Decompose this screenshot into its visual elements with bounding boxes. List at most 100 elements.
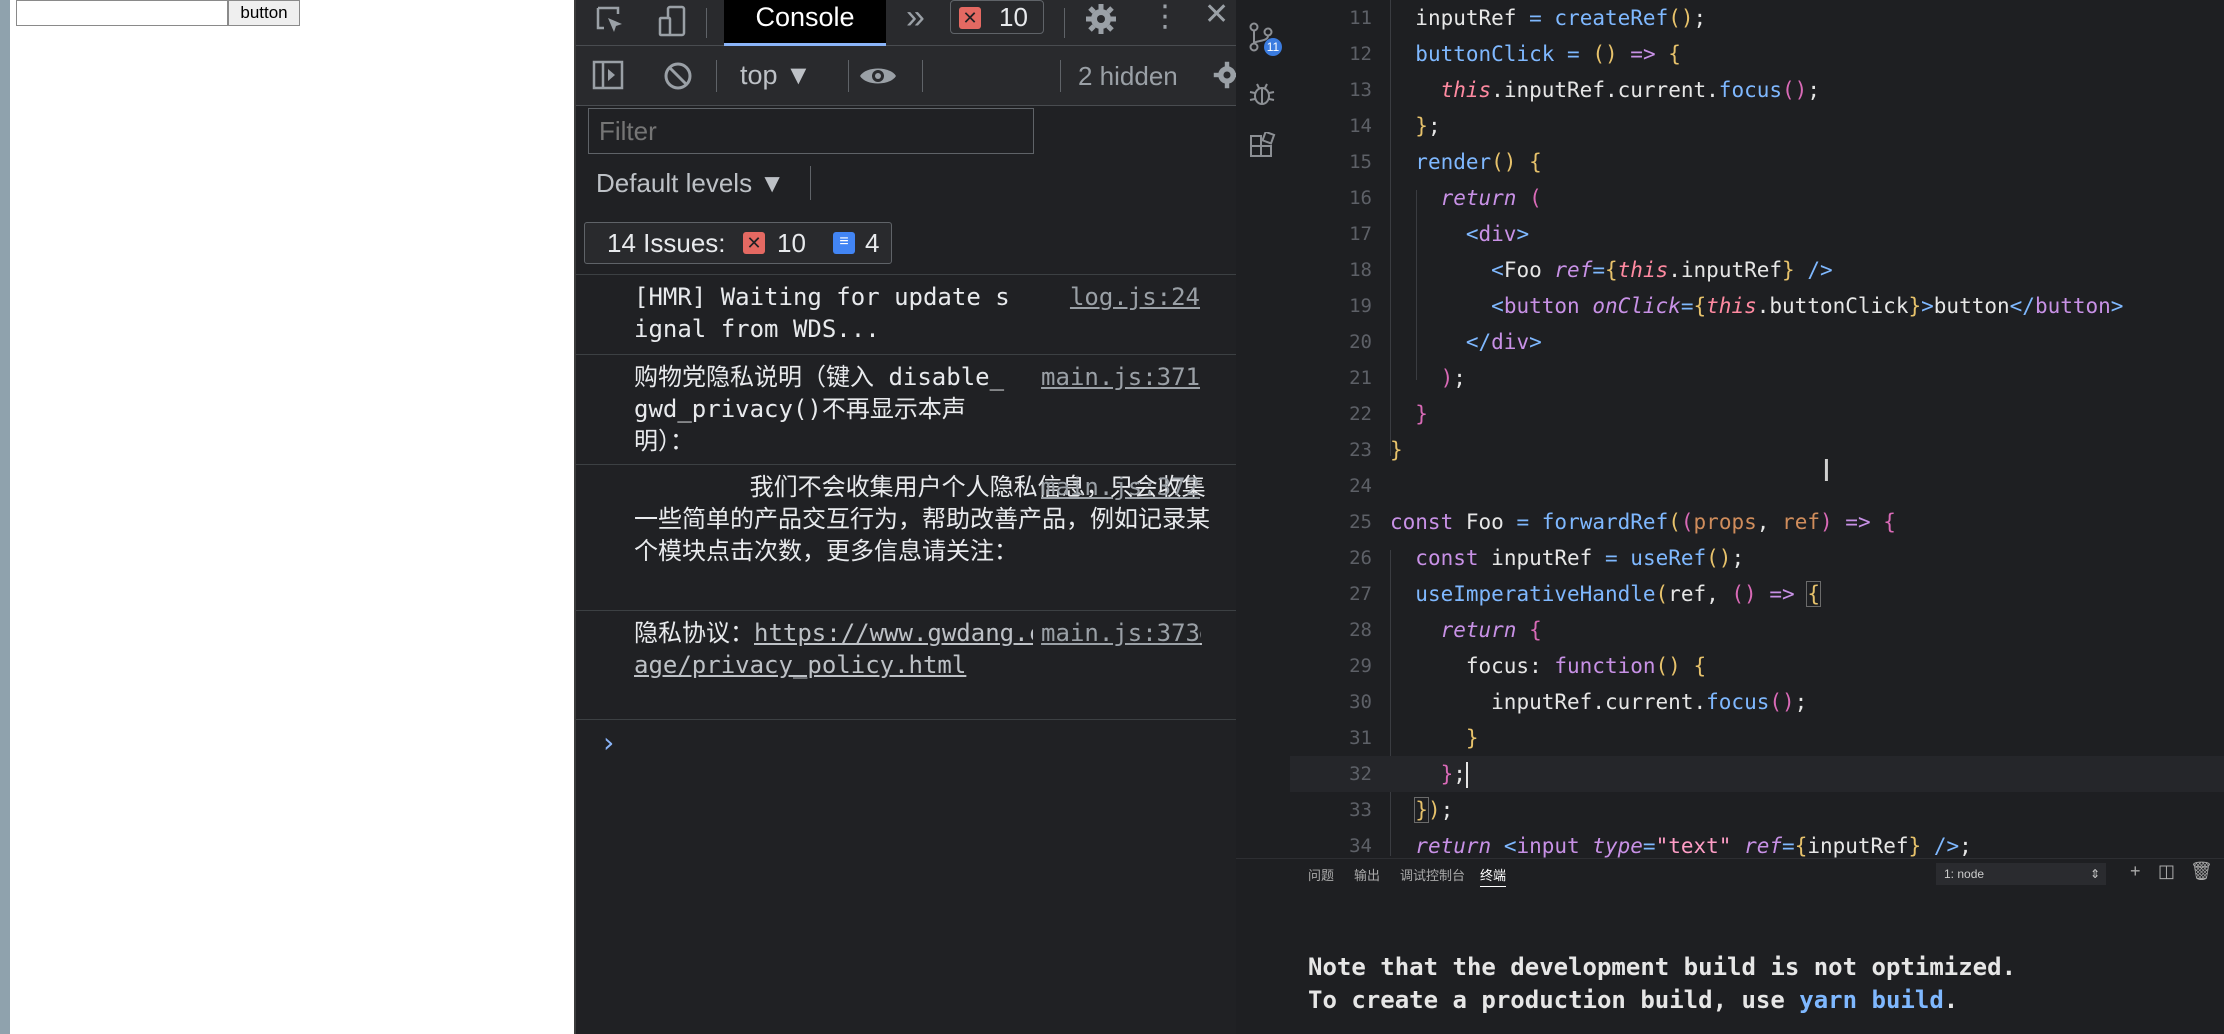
code-text: this.inputRef.current.focus();: [1440, 78, 1820, 102]
code-text: inputRef = createRef();: [1415, 6, 1707, 30]
divider: [922, 60, 923, 92]
divider: [810, 166, 811, 200]
console-prompt[interactable]: ›: [600, 726, 617, 759]
code-text: }: [1465, 726, 1479, 750]
select-arrows-icon: ⇕: [2089, 867, 2100, 881]
code-text: <Foo ref={this.inputRef} />: [1491, 258, 1833, 282]
code-text: return (: [1440, 186, 1542, 210]
split-terminal-icon[interactable]: ◫: [2158, 861, 2175, 882]
more-tabs-icon[interactable]: »: [906, 0, 925, 34]
terminal-command-highlight: yarn build: [1799, 986, 1944, 1014]
panel-tab-output[interactable]: 输出: [1354, 865, 1380, 884]
code-line: 26 const inputRef = useRef();: [1290, 540, 2224, 576]
code-text: });: [1414, 797, 1454, 823]
console-settings-gear-icon[interactable]: [1212, 60, 1236, 96]
code-text: buttonClick = () => {: [1415, 42, 1681, 66]
console-source-link[interactable]: main.js:373: [1033, 617, 1200, 649]
settings-gear-icon[interactable]: [1084, 2, 1118, 42]
sidebar-toggle-icon[interactable]: [592, 60, 624, 96]
line-number: 31: [1349, 727, 1372, 749]
console-toolbar: top ▼ 2 hidden: [576, 46, 1236, 106]
code-text: <div>: [1465, 222, 1530, 246]
code-line: 13 this.inputRef.current.focus();: [1290, 72, 2224, 108]
line-number: 20: [1349, 331, 1372, 353]
line-number: 19: [1349, 295, 1372, 317]
kebab-menu-icon[interactable]: ⋮: [1150, 2, 1180, 32]
terminal-line: Note that the development build is not o…: [1308, 953, 2017, 981]
code-text: focus: function() {: [1465, 654, 1707, 678]
clear-console-icon[interactable]: [662, 60, 694, 98]
line-number: 30: [1349, 691, 1372, 713]
code-line: 27 useImperativeHandle(ref, () => {: [1290, 576, 2224, 612]
inspect-element-icon[interactable]: [594, 4, 628, 44]
divider: [706, 8, 707, 38]
line-number: 29: [1349, 655, 1372, 677]
error-count-chip[interactable]: ✕ 10: [950, 0, 1044, 34]
code-text: };: [1440, 762, 1468, 788]
close-icon[interactable]: ✕: [1204, 0, 1229, 30]
debug-icon[interactable]: [1248, 80, 1276, 115]
extensions-icon[interactable]: [1248, 130, 1276, 167]
terminal-line-pre: To create a production build, use: [1308, 986, 1800, 1014]
code-line: 29 focus: function() {: [1290, 648, 2224, 684]
panel-tab-debug-console[interactable]: 调试控制台: [1400, 865, 1465, 884]
console-source-link[interactable]: log.js:24: [1070, 281, 1200, 313]
code-text: return {: [1440, 618, 1542, 642]
line-number: 16: [1349, 187, 1372, 209]
console-message: 隐私协议：https://www.gwdang.com/static_page/…: [576, 610, 1236, 720]
demo-text-input[interactable]: [16, 0, 228, 26]
terminal-select-value: 1: node: [1944, 867, 1985, 881]
code-line-active: 32 };: [1290, 756, 2224, 792]
console-message-text: [HMR] Waiting for update signal from WDS…: [634, 283, 1010, 343]
demo-button[interactable]: button: [228, 0, 300, 26]
panel-tab-terminal[interactable]: 终端: [1480, 865, 1507, 887]
code-line: 16 return (: [1290, 180, 2224, 216]
page-preview: button: [0, 0, 574, 1034]
context-select[interactable]: top ▼: [740, 60, 812, 91]
code-area[interactable]: 11 inputRef = createRef(); 12 buttonClic…: [1290, 0, 2224, 858]
code-line: 25 const Foo = forwardRef((props, ref) =>…: [1290, 504, 2224, 540]
code-text: }: [1390, 438, 1403, 462]
code-line: 17 <div>: [1290, 216, 2224, 252]
line-number: 12: [1349, 43, 1372, 65]
line-number: 15: [1349, 151, 1372, 173]
issues-message-icon: ≡: [833, 232, 855, 254]
terminal-output[interactable]: Note that the development build is not o…: [1308, 951, 2016, 1017]
error-icon: ✕: [959, 7, 981, 29]
panel-tab-problems[interactable]: 问题: [1308, 865, 1334, 884]
line-number: 28: [1349, 619, 1372, 641]
code-text: const inputRef = useRef();: [1415, 546, 1745, 570]
line-number: 17: [1349, 223, 1372, 245]
code-line: 28 return {: [1290, 612, 2224, 648]
issues-label: 14 Issues:: [607, 228, 726, 258]
terminal-select[interactable]: 1: node ⇕: [1936, 863, 2106, 885]
issues-message-count: 4: [865, 228, 880, 258]
privacy-prefix: 隐私协议：: [634, 619, 754, 647]
line-number: 27: [1349, 583, 1372, 605]
code-line: 23}: [1290, 432, 2224, 468]
live-expression-eye-icon[interactable]: [858, 62, 898, 96]
trash-icon[interactable]: 🗑: [2190, 861, 2213, 882]
code-line: 22 }: [1290, 396, 2224, 432]
console-filter-input[interactable]: [588, 108, 1034, 154]
issues-chip[interactable]: 14 Issues: ✕ 10 ≡ 4: [584, 222, 892, 264]
line-number: 21: [1349, 367, 1372, 389]
tab-console[interactable]: Console: [724, 0, 886, 46]
code-line: 18 <Foo ref={this.inputRef} />: [1290, 252, 2224, 288]
code-text: }: [1415, 402, 1428, 426]
divider: [716, 60, 717, 92]
code-text: <button onClick={this.buttonClick}>butto…: [1491, 294, 2124, 318]
error-count: 10: [999, 2, 1028, 32]
issues-error-count: 10: [777, 228, 806, 258]
code-line: 12 buttonClick = () => {: [1290, 36, 2224, 72]
code-text: );: [1440, 366, 1466, 390]
console-source-link[interactable]: main.js:371: [1041, 361, 1200, 393]
console-source-link[interactable]: main.js:372: [1041, 471, 1200, 503]
code-line: 14 };: [1290, 108, 2224, 144]
bottom-panel: 问题 输出 调试控制台 终端 1: node ⇕ + ◫ 🗑 Note that …: [1236, 858, 2224, 1034]
hidden-count[interactable]: 2 hidden: [1078, 61, 1178, 92]
device-toolbar-icon[interactable]: [656, 4, 690, 44]
line-number: 11: [1349, 7, 1372, 29]
log-levels-select[interactable]: Default levels ▼: [596, 168, 785, 199]
new-terminal-icon[interactable]: +: [2130, 861, 2141, 882]
